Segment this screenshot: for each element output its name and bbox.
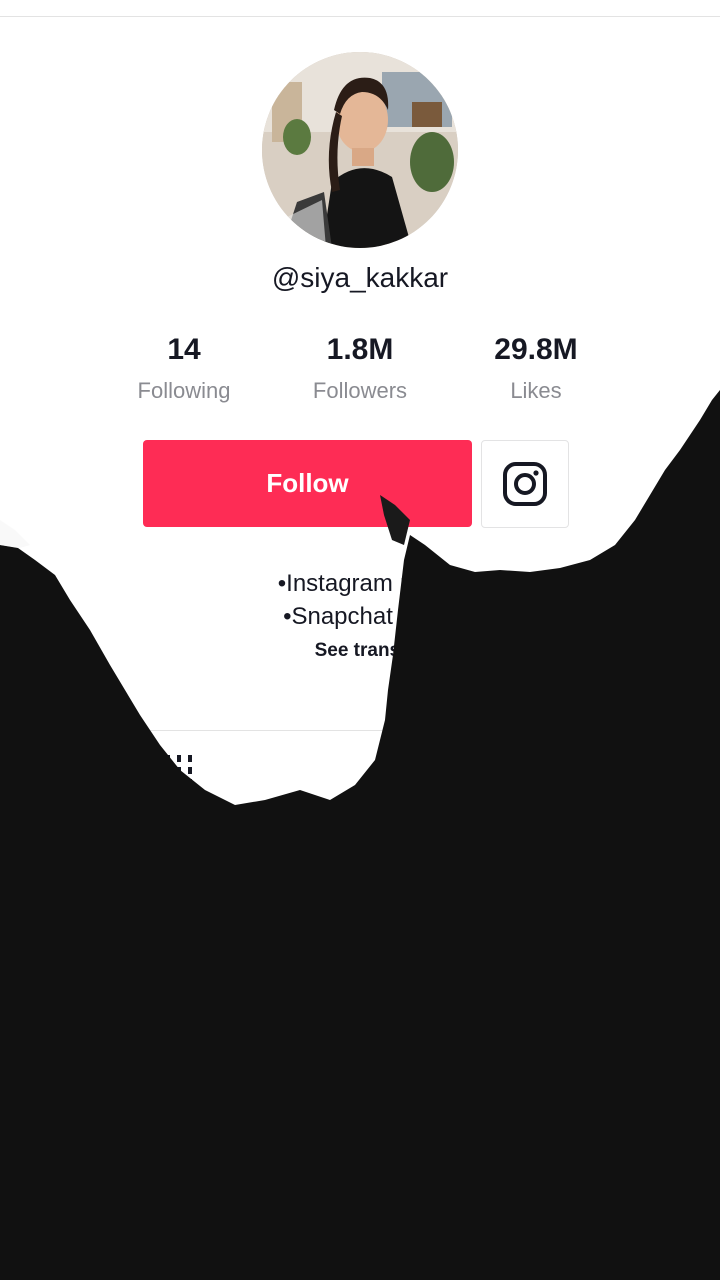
username: @siya_kakkar xyxy=(271,262,449,293)
stat-following[interactable]: 14 Following xyxy=(94,330,274,404)
followers-label: Followers xyxy=(312,378,408,403)
following-count: 14 xyxy=(167,333,201,366)
followers-count: 1.8M xyxy=(326,333,394,366)
follow-button[interactable]: Follow xyxy=(143,440,472,527)
likes-count: 29.8M xyxy=(494,333,578,366)
likes-label: Likes xyxy=(510,378,562,403)
profile-photo-icon xyxy=(262,52,458,248)
tabs-divider xyxy=(0,730,720,731)
avatar[interactable] xyxy=(262,52,458,248)
instagram-icon xyxy=(503,462,547,506)
bio-instagram: •Instagram : siy xyxy=(277,570,443,597)
video-grid-icon[interactable] xyxy=(164,755,194,787)
profile-page: @siya_kakkar 14 Following 1.8M Followers… xyxy=(0,0,720,1280)
header-divider xyxy=(0,16,720,17)
bio-snapchat: •Snapchat : sk xyxy=(283,603,437,630)
stat-likes: 29.8M Likes xyxy=(446,330,626,404)
see-translation-link[interactable]: See transl xyxy=(0,640,720,662)
stat-followers[interactable]: 1.8M Followers xyxy=(270,330,450,404)
following-label: Following xyxy=(137,378,231,403)
instagram-link-button[interactable] xyxy=(481,440,569,528)
